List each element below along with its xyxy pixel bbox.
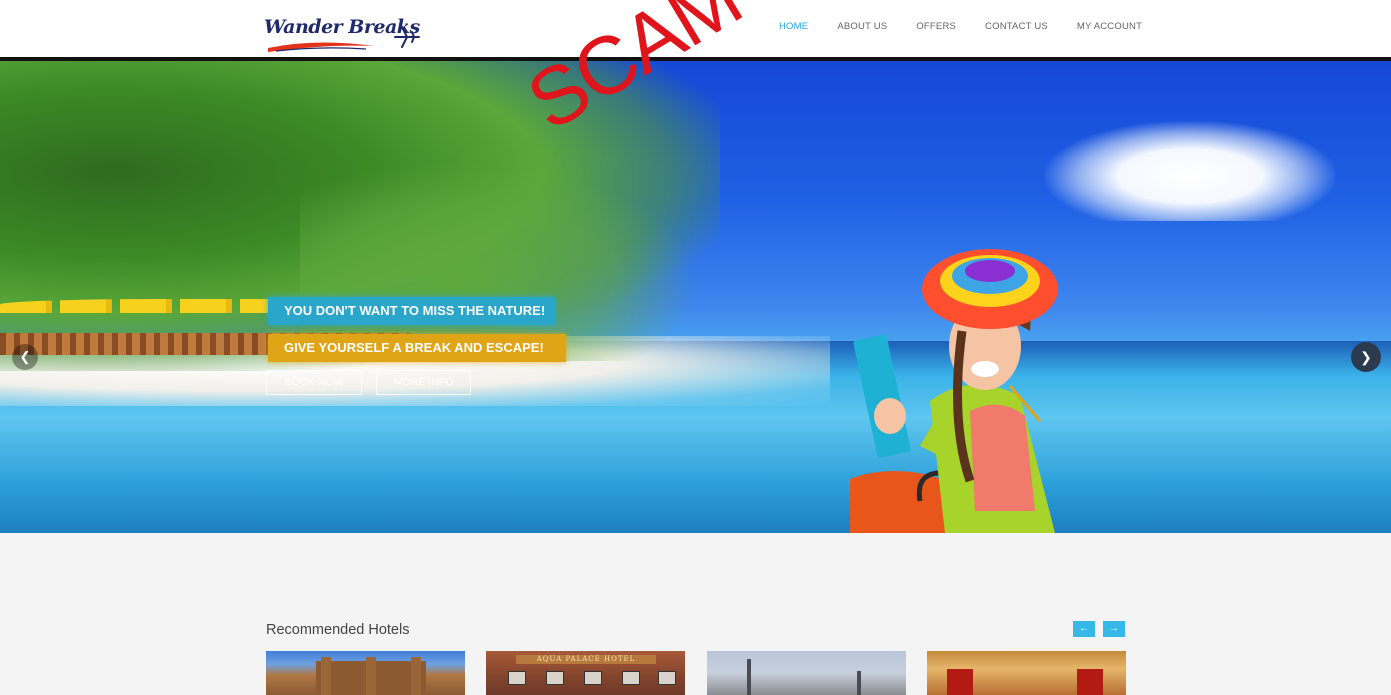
hotel-window-shape bbox=[658, 671, 676, 685]
hotel-sign: AQUA PALACE HOTEL bbox=[516, 655, 656, 664]
hero-palm-trees-right bbox=[300, 161, 700, 361]
hero-caption-primary: YOU DON'T WANT TO MISS THE NATURE! bbox=[268, 297, 556, 325]
slider-next-button[interactable]: ❯ bbox=[1351, 342, 1381, 372]
arrow-right-icon: → bbox=[1109, 623, 1119, 634]
logo-swoosh-icon bbox=[268, 42, 374, 52]
hero-cloud bbox=[1045, 121, 1335, 221]
hotels-prev-button[interactable]: ← bbox=[1073, 621, 1095, 637]
hotel-interior-shape bbox=[947, 669, 973, 695]
hotel-window-shape bbox=[546, 671, 564, 685]
hotel-window-shape bbox=[584, 671, 602, 685]
hotel-column-shape bbox=[321, 657, 331, 695]
hotel-card-image[interactable] bbox=[927, 651, 1126, 695]
nav-my-account[interactable]: MY ACCOUNT bbox=[1077, 21, 1142, 32]
more-info-button[interactable]: MORE INFO bbox=[376, 370, 471, 395]
hotels-next-button[interactable]: → bbox=[1103, 621, 1125, 637]
arrow-left-icon: ← bbox=[1079, 623, 1089, 634]
chevron-right-icon: ❯ bbox=[1360, 349, 1372, 365]
hotel-card-image[interactable] bbox=[707, 651, 906, 695]
hotel-card-image[interactable] bbox=[266, 651, 465, 695]
hotel-interior-shape bbox=[1077, 669, 1103, 695]
hotel-card-image[interactable]: AQUA PALACE HOTEL bbox=[486, 651, 685, 695]
hero-traveler-image bbox=[850, 249, 1058, 533]
main-nav: HOME ABOUT US OFFERS CONTACT US MY ACCOU… bbox=[779, 21, 1171, 32]
hotel-window-shape bbox=[508, 671, 526, 685]
slider-prev-button[interactable]: ❮ bbox=[12, 344, 38, 370]
nav-home[interactable]: HOME bbox=[779, 21, 808, 32]
hero-slider: YOU DON'T WANT TO MISS THE NATURE! GIVE … bbox=[0, 61, 1391, 533]
chevron-left-icon: ❮ bbox=[19, 349, 31, 364]
hero-caption-secondary: GIVE YOURSELF A BREAK AND ESCAPE! bbox=[268, 334, 566, 362]
plane-icon bbox=[394, 26, 420, 48]
hotel-column-shape bbox=[366, 657, 376, 695]
nav-contact-us[interactable]: CONTACT US bbox=[985, 21, 1048, 32]
site-logo[interactable]: Wander Breaks bbox=[264, 14, 424, 58]
nav-about-us[interactable]: ABOUT US bbox=[837, 21, 887, 32]
nav-offers[interactable]: OFFERS bbox=[916, 21, 956, 32]
book-now-button[interactable]: BOOK NOW bbox=[266, 370, 362, 395]
hotel-column-shape bbox=[411, 657, 421, 695]
recommended-hotels-title: Recommended Hotels bbox=[266, 622, 410, 638]
hotel-spire-shape bbox=[747, 659, 751, 695]
hotel-window-shape bbox=[622, 671, 640, 685]
hotel-spire-shape bbox=[857, 671, 861, 695]
